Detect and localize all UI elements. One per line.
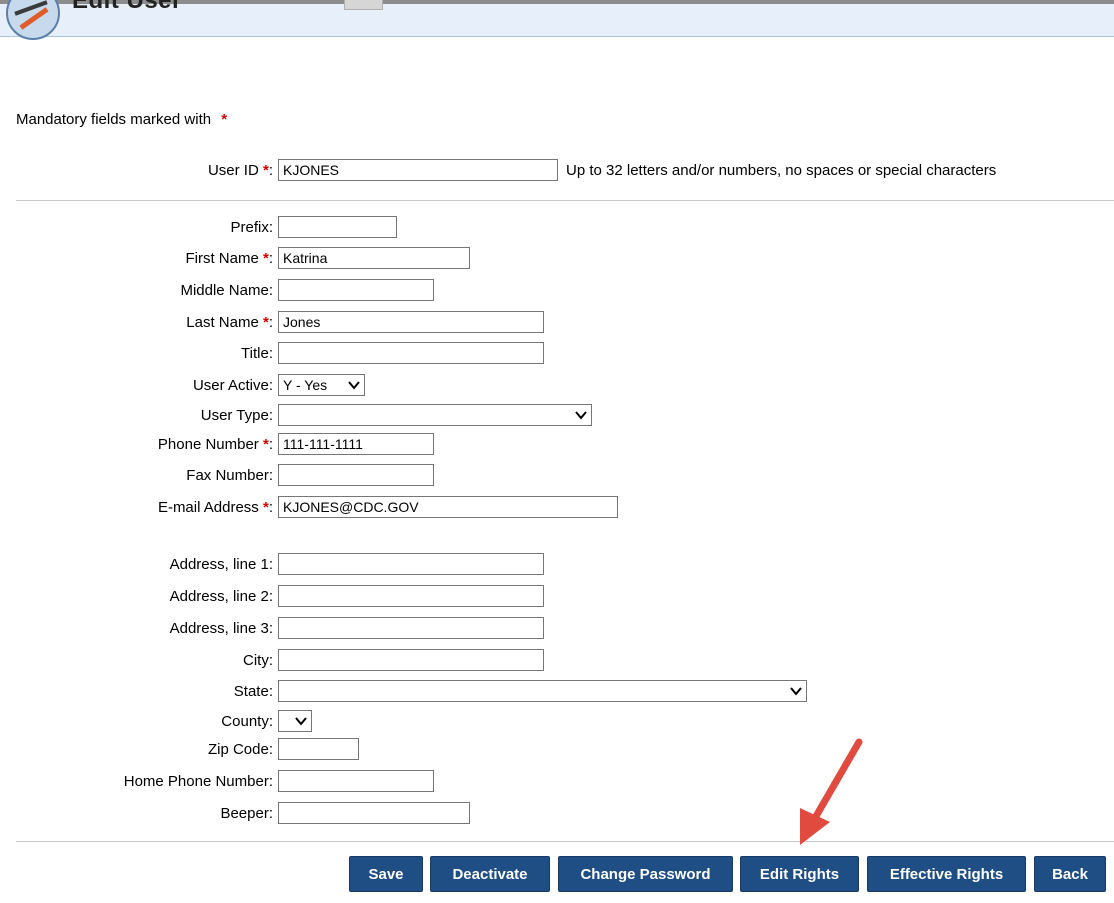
home-phone-label: Home Phone Number:	[123, 773, 273, 790]
middle-name-row: Middle Name:	[0, 278, 1114, 304]
chevron-down-icon	[575, 411, 587, 420]
chevron-down-icon	[295, 717, 307, 726]
prefix-row: Prefix:	[0, 215, 1114, 241]
email-row: E-mail Address *:	[0, 495, 1114, 521]
first-name-label: First Name *:	[185, 250, 273, 267]
page-title: Edit User	[72, 0, 182, 14]
county-row: County:	[0, 709, 1114, 735]
address2-label: Address, line 2:	[169, 588, 273, 605]
section-divider	[16, 200, 1114, 201]
phone-row: Phone Number *:	[0, 432, 1114, 458]
phone-input[interactable]	[278, 433, 434, 455]
title-input[interactable]	[278, 342, 544, 364]
address1-row: Address, line 1:	[0, 552, 1114, 578]
email-label: E-mail Address *:	[157, 499, 273, 516]
user-active-label: User Active:	[192, 377, 273, 394]
user-id-input[interactable]	[278, 159, 558, 181]
required-star-icon: *	[221, 111, 228, 128]
address1-label: Address, line 1:	[169, 556, 273, 573]
user-active-value: Y - Yes	[283, 377, 328, 393]
last-name-label: Last Name *:	[186, 314, 273, 331]
first-name-row: First Name *:	[0, 246, 1114, 272]
address3-label: Address, line 3:	[169, 620, 273, 637]
header-tab-notch	[344, 0, 383, 10]
address1-input[interactable]	[278, 553, 544, 575]
title-row: Title:	[0, 341, 1114, 367]
zip-row: Zip Code:	[0, 737, 1114, 763]
county-label: County:	[221, 713, 273, 730]
title-label: Title:	[241, 345, 273, 362]
user-type-label: User Type:	[200, 407, 273, 424]
state-select[interactable]	[278, 680, 807, 702]
address3-row: Address, line 3:	[0, 616, 1114, 642]
user-id-label: User ID *:	[207, 162, 273, 179]
user-id-row: User ID *: Up to 32 letters and/or numbe…	[0, 158, 1114, 184]
city-label: City:	[243, 652, 273, 669]
deactivate-button[interactable]: Deactivate	[430, 856, 550, 892]
chevron-down-icon	[790, 687, 802, 696]
prefix-label: Prefix:	[230, 219, 273, 236]
address3-input[interactable]	[278, 617, 544, 639]
fax-label: Fax Number:	[186, 467, 273, 484]
prefix-input[interactable]	[278, 216, 397, 238]
home-phone-row: Home Phone Number:	[0, 769, 1114, 795]
user-type-select[interactable]	[278, 404, 592, 426]
address2-input[interactable]	[278, 585, 544, 607]
state-row: State:	[0, 679, 1114, 705]
user-active-select[interactable]: Y - Yes	[278, 374, 365, 396]
user-active-row: User Active: Y - Yes	[0, 373, 1114, 399]
back-button[interactable]: Back	[1034, 856, 1106, 892]
state-label: State:	[233, 683, 273, 700]
home-phone-input[interactable]	[278, 770, 434, 792]
middle-name-label: Middle Name:	[180, 282, 273, 299]
effective-rights-button[interactable]: Effective Rights	[867, 856, 1026, 892]
middle-name-input[interactable]	[278, 279, 434, 301]
edit-user-icon	[6, 0, 60, 40]
user-type-row: User Type:	[0, 403, 1114, 429]
mandatory-note: Mandatory fields marked with *	[16, 111, 227, 128]
footer-divider	[16, 841, 1114, 842]
email-input[interactable]	[278, 496, 618, 518]
last-name-input[interactable]	[278, 311, 544, 333]
zip-input[interactable]	[278, 738, 359, 760]
last-name-row: Last Name *:	[0, 310, 1114, 336]
address2-row: Address, line 2:	[0, 584, 1114, 610]
beeper-row: Beeper:	[0, 801, 1114, 827]
chevron-down-icon	[348, 381, 360, 390]
city-input[interactable]	[278, 649, 544, 671]
phone-label: Phone Number *:	[157, 436, 273, 453]
first-name-input[interactable]	[278, 247, 470, 269]
mandatory-note-text: Mandatory fields marked with	[16, 111, 212, 128]
beeper-label: Beeper:	[220, 805, 273, 822]
zip-label: Zip Code:	[207, 741, 273, 758]
change-password-button[interactable]: Change Password	[558, 856, 733, 892]
beeper-input[interactable]	[278, 802, 470, 824]
city-row: City:	[0, 648, 1114, 674]
fax-input[interactable]	[278, 464, 434, 486]
fax-row: Fax Number:	[0, 463, 1114, 489]
user-id-hint: Up to 32 letters and/or numbers, no spac…	[566, 162, 997, 179]
page-header: Edit User	[0, 0, 1114, 40]
county-select[interactable]	[278, 710, 312, 732]
save-button[interactable]: Save	[349, 856, 423, 892]
edit-rights-button[interactable]: Edit Rights	[740, 856, 859, 892]
